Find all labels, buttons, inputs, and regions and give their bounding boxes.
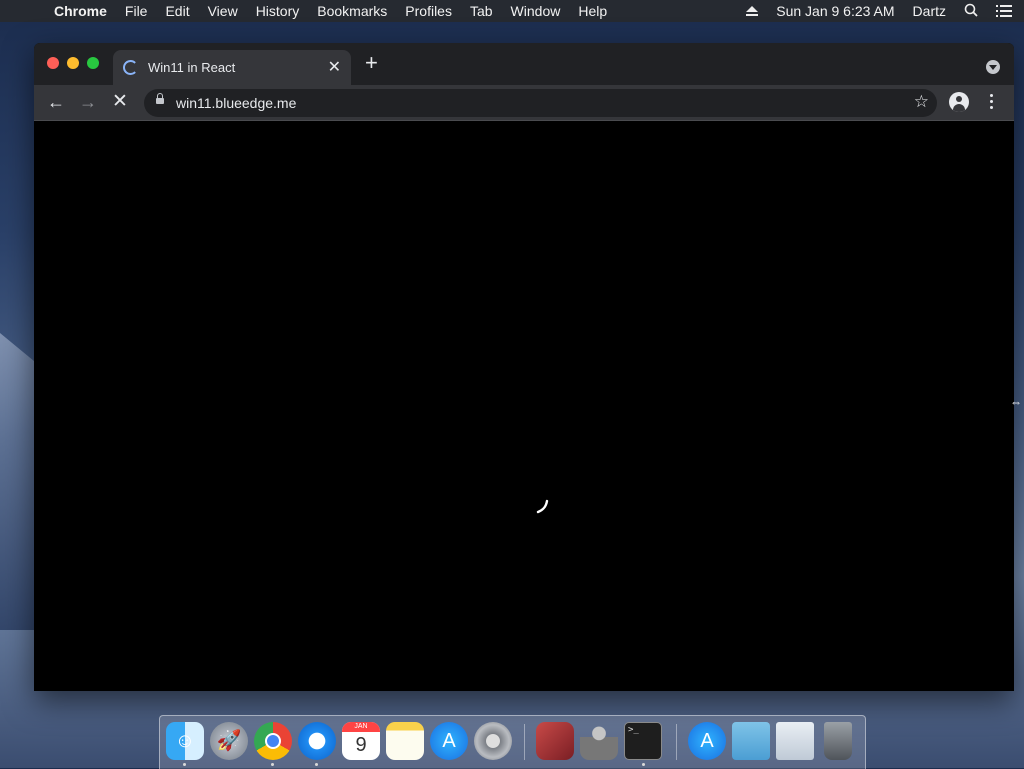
terminal-icon[interactable]: >_ xyxy=(624,722,662,760)
browser-window: Win11 in React ✕ + ← → ✕ win11.blueedge.… xyxy=(34,43,1014,691)
finder-icon[interactable]: ☺ xyxy=(166,722,204,760)
menu-history[interactable]: History xyxy=(256,3,300,19)
menu-bar: Chrome File Edit View History Bookmarks … xyxy=(0,0,1024,22)
bookmark-star-icon[interactable]: ☆ xyxy=(914,92,929,112)
trash-icon[interactable] xyxy=(824,722,852,760)
menu-chrome[interactable]: Chrome xyxy=(54,3,107,19)
resize-cursor-icon: ⇔ xyxy=(1010,395,1022,409)
calendar-icon[interactable]: JAN 9 xyxy=(342,722,380,760)
page-loading-spinner-icon xyxy=(536,499,549,514)
app-store-installer-icon[interactable]: A xyxy=(688,722,726,760)
preview-icon[interactable] xyxy=(776,722,814,760)
tab-win11-in-react[interactable]: Win11 in React ✕ xyxy=(113,50,351,85)
dock: ☺ 🚀 JAN 9 A >_ A xyxy=(159,715,866,769)
notes-icon[interactable] xyxy=(386,722,424,760)
spotlight-search-icon[interactable] xyxy=(964,3,978,20)
menu-file[interactable]: File xyxy=(125,3,148,19)
menu-tab[interactable]: Tab xyxy=(470,3,493,19)
tab-title: Win11 in React xyxy=(148,60,236,75)
menu-help[interactable]: Help xyxy=(578,3,607,19)
menu-view[interactable]: View xyxy=(208,3,238,19)
page-content xyxy=(34,121,1014,691)
system-preferences-icon[interactable] xyxy=(474,722,512,760)
safari-running-indicator xyxy=(315,763,318,766)
lock-icon[interactable] xyxy=(156,93,164,104)
terminal-running-indicator xyxy=(642,763,645,766)
finder-running-indicator xyxy=(183,763,186,766)
menubar-clock[interactable]: Sun Jan 9 6:23 AM xyxy=(776,3,894,19)
new-tab-button[interactable]: + xyxy=(365,52,378,74)
address-bar-url[interactable]: win11.blueedge.me xyxy=(176,95,296,111)
dock-separator xyxy=(524,724,525,760)
app-store-icon[interactable]: A xyxy=(430,722,468,760)
tab-strip: Win11 in React ✕ + xyxy=(34,43,1014,85)
safari-icon[interactable] xyxy=(298,722,336,760)
menubar-user[interactable]: Dartz xyxy=(913,3,946,19)
menu-edit[interactable]: Edit xyxy=(165,3,189,19)
calendar-day: 9 xyxy=(355,734,367,756)
browser-menu-icon[interactable] xyxy=(990,94,994,112)
downloads-folder-icon[interactable] xyxy=(732,722,770,760)
window-maximize-button[interactable] xyxy=(87,57,99,69)
window-minimize-button[interactable] xyxy=(67,57,79,69)
browser-toolbar: ← → ✕ win11.blueedge.me ☆ xyxy=(34,85,1014,121)
dock-separator xyxy=(676,724,677,760)
menu-profiles[interactable]: Profiles xyxy=(405,3,452,19)
profile-avatar-icon[interactable] xyxy=(949,92,969,112)
address-bar[interactable]: win11.blueedge.me ☆ xyxy=(144,89,937,117)
back-button[interactable]: ← xyxy=(45,91,67,113)
menu-bookmarks[interactable]: Bookmarks xyxy=(317,3,387,19)
window-close-button[interactable] xyxy=(47,57,59,69)
forward-button[interactable]: → xyxy=(77,91,99,113)
chrome-icon[interactable] xyxy=(254,722,292,760)
menu-window[interactable]: Window xyxy=(511,3,561,19)
tab-close-icon[interactable]: ✕ xyxy=(328,57,341,77)
automator-icon[interactable] xyxy=(580,722,618,760)
stop-loading-button[interactable]: ✕ xyxy=(109,91,131,113)
tab-loading-spinner-icon xyxy=(123,60,138,75)
terminal-prompt: >_ xyxy=(628,725,639,735)
notification-center-icon[interactable] xyxy=(996,5,1012,17)
photo-booth-icon[interactable] xyxy=(536,722,574,760)
tab-search-icon[interactable] xyxy=(986,60,1000,74)
calendar-month: JAN xyxy=(342,722,380,732)
launchpad-icon[interactable]: 🚀 xyxy=(210,722,248,760)
chrome-running-indicator xyxy=(271,763,274,766)
eject-icon[interactable] xyxy=(746,6,759,16)
